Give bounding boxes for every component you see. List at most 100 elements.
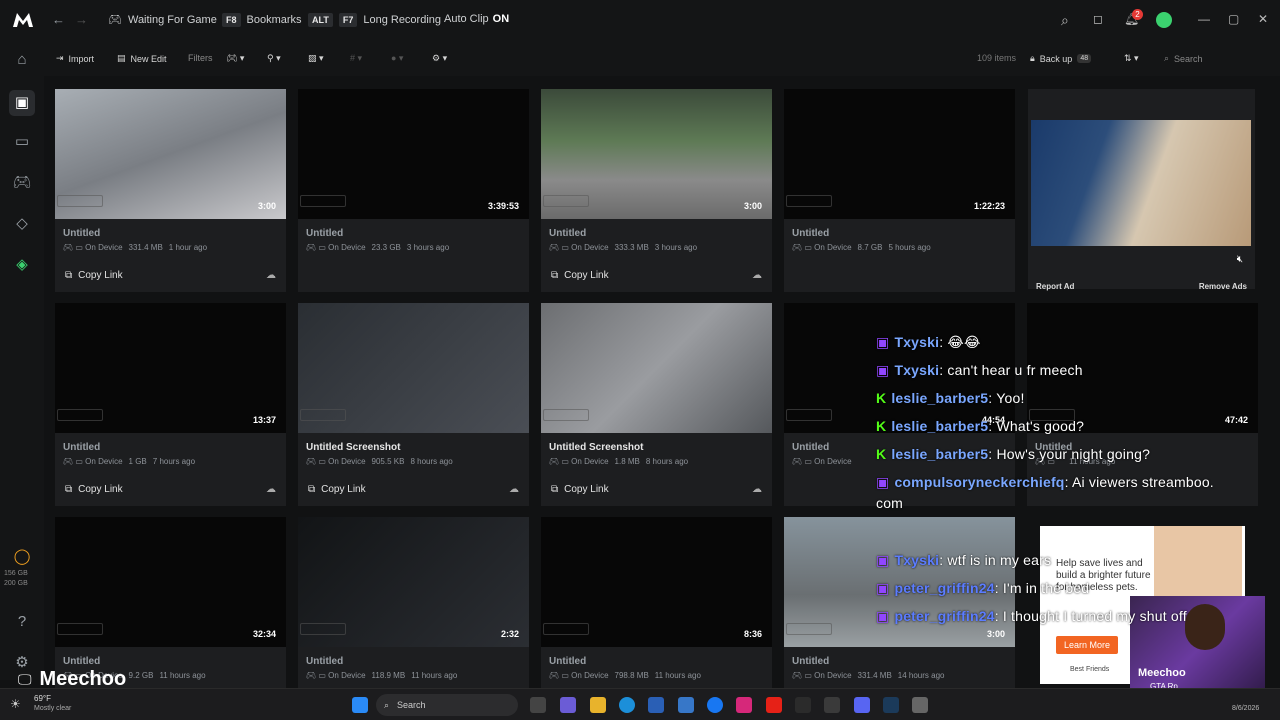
clip-size: 9.2 GB	[128, 671, 154, 680]
clip-thumbnail[interactable]	[541, 303, 772, 433]
clip-card[interactable]: Untitled Screenshot 🎮︎ ▭ On Device 1.8 MB 8…	[541, 303, 772, 506]
clip-title[interactable]: Untitled	[792, 442, 829, 453]
game-filter-icon[interactable]: 🎮︎ ▾	[226, 53, 244, 64]
back-icon[interactable]: ←	[52, 12, 65, 27]
folder-icon[interactable]: ▭	[12, 132, 32, 152]
clip-thumbnail[interactable]: 8:36	[541, 517, 772, 647]
copy-link-label: Copy Link	[564, 484, 609, 495]
outlook-icon[interactable]	[678, 697, 694, 713]
clip-title[interactable]: Untitled	[792, 656, 829, 667]
ad-image[interactable]	[1031, 120, 1251, 246]
clip-title[interactable]: Untitled Screenshot	[306, 442, 400, 453]
clip-location: On Device	[814, 243, 852, 252]
avatar[interactable]	[1156, 12, 1172, 28]
minimize-icon[interactable]: —	[1198, 12, 1210, 26]
backup-button[interactable]: 🔒︎ Back up 48	[1030, 53, 1092, 64]
clip-title[interactable]: Untitled Screenshot	[549, 442, 643, 453]
cloud-upload-icon[interactable]: ☁	[752, 484, 762, 495]
youtube-icon[interactable]	[766, 697, 782, 713]
clip-thumbnail[interactable]: 1:22:23	[784, 89, 1015, 219]
chat-username: compulsoryneckerchiefq	[894, 474, 1065, 490]
clip-meta: 🎮︎ ▭ On Device	[792, 457, 864, 466]
close-icon[interactable]: ✕	[1258, 12, 1268, 26]
search-input[interactable]: ⌕ Search	[1164, 53, 1279, 64]
search-icon[interactable]: ⌕	[1061, 12, 1069, 29]
forward-icon[interactable]: →	[75, 12, 88, 27]
cloud-upload-icon[interactable]: ☁	[266, 484, 276, 495]
bookmarks-hotkey[interactable]: F8 Bookmarks	[222, 13, 302, 27]
taskbar-search[interactable]: ⌕ Search	[376, 694, 518, 716]
mute-icon[interactable]: 🔇︎	[1237, 254, 1243, 265]
clip-card[interactable]: Untitled Screenshot 🎮︎ ▭ On Device 905.5 K…	[298, 303, 529, 506]
cloud-upload-icon[interactable]: ☁	[509, 484, 519, 495]
tag-filter-icon[interactable]: # ▾	[350, 53, 362, 64]
clip-card[interactable]: 3:00 Untitled 🎮︎ ▭ On Device 333.3 MB 3 hour…	[541, 89, 772, 292]
copilot-icon[interactable]	[560, 697, 576, 713]
auto-clip-toggle[interactable]: Auto Clip ON	[444, 13, 509, 25]
store-icon[interactable]	[648, 697, 664, 713]
media-type-filter-icon[interactable]: ▨ ▾	[308, 53, 324, 64]
import-button[interactable]: ⇥ Import	[56, 53, 94, 64]
cloud-upload-icon[interactable]: ☁	[752, 270, 762, 281]
clip-title[interactable]: Untitled	[63, 442, 100, 453]
settings-app-icon[interactable]	[912, 697, 928, 713]
clip-title[interactable]: Untitled	[63, 228, 100, 239]
help-icon[interactable]: ?	[12, 612, 32, 632]
windows-start-icon[interactable]	[352, 697, 368, 713]
facebook-icon[interactable]	[707, 697, 723, 713]
user-filter-icon[interactable]: ● ▾	[391, 53, 403, 64]
ad2-learn-more-button[interactable]: Learn More	[1056, 636, 1119, 654]
clips-icon[interactable]: ▣	[9, 90, 35, 116]
controller-icon[interactable]: 🎮︎	[12, 173, 32, 193]
game-status[interactable]: 🎮︎ Waiting For Game	[108, 13, 217, 27]
clip-title[interactable]: Untitled	[792, 228, 829, 239]
clip-thumbnail[interactable]: 2:32	[298, 517, 529, 647]
edge-icon[interactable]	[619, 697, 635, 713]
copy-link-button[interactable]: ⧉ Copy Link	[308, 484, 366, 495]
clip-thumbnail[interactable]: 32:34	[55, 517, 286, 647]
home-icon[interactable]: ⌂	[12, 50, 32, 70]
clip-card[interactable]: 3:00 Untitled 🎮︎ ▭ On Device 331.4 MB 1 hour…	[55, 89, 286, 292]
copy-link-button[interactable]: ⧉ Copy Link	[65, 484, 123, 495]
anthropic-icon[interactable]	[795, 697, 811, 713]
discord-icon[interactable]	[854, 697, 870, 713]
copy-link-button[interactable]: ⧉ Copy Link	[551, 270, 609, 281]
clip-thumbnail[interactable]: 3:39:53	[298, 89, 529, 219]
settings-filter-icon[interactable]: ⚙ ▾	[432, 53, 447, 64]
copy-link-button[interactable]: ⧉ Copy Link	[551, 484, 609, 495]
clip-title[interactable]: Untitled	[63, 656, 100, 667]
medal-logo-icon[interactable]	[12, 10, 34, 30]
clip-card[interactable]: 13:37 Untitled 🎮︎ ▭ On Device 1 GB 7 hours a…	[55, 303, 286, 506]
clip-thumbnail[interactable]: 3:00	[55, 89, 286, 219]
clip-title[interactable]: Untitled	[306, 656, 343, 667]
instagram-icon[interactable]	[736, 697, 752, 713]
clip-title[interactable]: Untitled	[549, 228, 586, 239]
remove-ads-link[interactable]: Remove Ads	[1199, 282, 1247, 291]
clip-title[interactable]: Untitled	[306, 228, 343, 239]
premium-icon[interactable]: ◈	[12, 255, 32, 275]
clip-card[interactable]: 3:39:53 Untitled 🎮︎ ▭ On Device 23.3 GB 3 ho…	[298, 89, 529, 292]
gem-icon[interactable]: ◇	[12, 214, 32, 234]
new-edit-button[interactable]: ▤ New Edit	[117, 53, 167, 64]
task-view-icon[interactable]	[530, 697, 546, 713]
clip-thumbnail[interactable]: 13:37	[55, 303, 286, 433]
chat-icon[interactable]: ◻	[1093, 12, 1103, 26]
cloud-upload-icon[interactable]: ☁	[266, 270, 276, 281]
clip-thumbnail[interactable]	[298, 303, 529, 433]
medal-app-icon[interactable]	[824, 697, 840, 713]
steam-icon[interactable]	[883, 697, 899, 713]
clip-card[interactable]: 1:22:23 Untitled 🎮︎ ▭ On Device 8.7 GB 5 hou…	[784, 89, 1015, 292]
location-filter-icon[interactable]: ⚲ ▾	[267, 53, 281, 64]
keyboard-mouse-icon	[786, 409, 832, 421]
clip-thumbnail[interactable]: 3:00	[541, 89, 772, 219]
long-recording-hotkey[interactable]: ALT F7 Long Recording	[308, 13, 441, 27]
sort-icon[interactable]: ⇅ ▾	[1124, 53, 1139, 64]
file-explorer-icon[interactable]	[590, 697, 606, 713]
chat-username: Txyski	[894, 362, 940, 378]
clip-age: 3 hours ago	[654, 243, 698, 252]
maximize-icon[interactable]: ▢	[1228, 12, 1239, 26]
copy-link-button[interactable]: ⧉ Copy Link	[65, 270, 123, 281]
import-label: Import	[68, 53, 95, 64]
clip-title[interactable]: Untitled	[549, 656, 586, 667]
report-ad-link[interactable]: Report Ad	[1036, 282, 1074, 291]
